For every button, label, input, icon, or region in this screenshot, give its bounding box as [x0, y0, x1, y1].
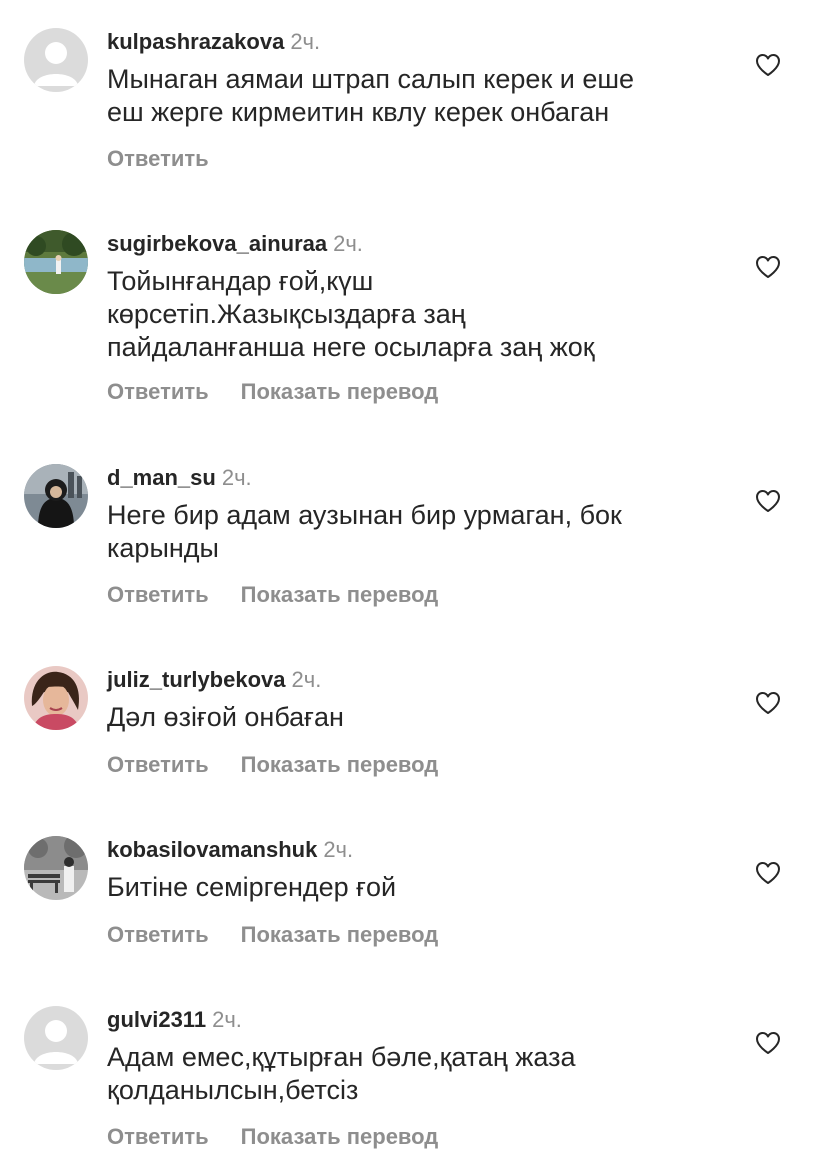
heart-icon[interactable]: [755, 861, 781, 885]
comment-header: juliz_turlybekova 2ч.: [107, 666, 321, 694]
show-translation-button[interactable]: Показать перевод: [241, 582, 439, 607]
heart-icon[interactable]: [755, 255, 781, 279]
woman-portrait-avatar: [24, 666, 88, 730]
default-avatar-icon: [24, 28, 88, 92]
comment-text-line: Неге бир адам аузынан бир урмаган, бок: [107, 500, 622, 530]
heart-icon[interactable]: [755, 53, 781, 77]
timestamp: 2ч.: [323, 837, 354, 862]
bench-photo-avatar: [24, 836, 88, 900]
comment-text: Адам емес,құтырған бәле,қатаң жаза қолда…: [107, 1041, 707, 1107]
avatar[interactable]: [24, 1006, 88, 1070]
reply-button[interactable]: Ответить: [107, 379, 209, 404]
comment-text: Тойынғандар ғой,күш көрсетіп.Жазықсыздар…: [107, 265, 707, 364]
show-translation-button[interactable]: Показать перевод: [241, 1124, 439, 1149]
comment-text: Неге бир адам аузынан бир урмаган, бок к…: [107, 499, 707, 565]
comment-header: kulpashrazakova 2ч.: [107, 28, 320, 56]
username[interactable]: sugirbekova_ainuraa: [107, 231, 327, 256]
avatar[interactable]: [24, 230, 88, 294]
comment-text-line: карынды: [107, 533, 219, 563]
comment-header: sugirbekova_ainuraa 2ч.: [107, 230, 363, 258]
comment-text: Мынаган аямаи штрап салып керек и еше еш…: [107, 63, 707, 129]
avatar[interactable]: [24, 28, 88, 92]
comment-actions: Ответить Показать перевод: [107, 378, 438, 406]
comment-text-line: Дәл өзіғой онбаған: [107, 702, 344, 732]
comment-text-line: Адам емес,құтырған бәле,қатаң жаза: [107, 1042, 576, 1072]
comment-text-line: Тойынғандар ғой,күш: [107, 266, 374, 296]
comment-text-line: еш жерге кирмеитин квлу керек онбаган: [107, 97, 610, 127]
default-avatar-icon: [24, 1006, 88, 1070]
reply-button[interactable]: Ответить: [107, 922, 209, 947]
heart-icon[interactable]: [755, 1031, 781, 1055]
username[interactable]: gulvi2311: [107, 1007, 206, 1032]
comment-text: Дәл өзіғой онбаған: [107, 701, 707, 734]
comment-header: gulvi2311 2ч.: [107, 1006, 242, 1034]
avatar[interactable]: [24, 836, 88, 900]
show-translation-button[interactable]: Показать перевод: [241, 752, 439, 777]
comment-text-line: көрсетіп.Жазықсыздарға заң: [107, 299, 466, 329]
comment-actions: Ответить: [107, 145, 209, 173]
username[interactable]: kobasilovamanshuk: [107, 837, 317, 862]
comment-actions: Ответить Показать перевод: [107, 921, 438, 949]
comment-text-line: қолданылсын,бетсіз: [107, 1075, 359, 1105]
username[interactable]: kulpashrazakova: [107, 29, 284, 54]
timestamp: 2ч.: [333, 231, 363, 256]
show-translation-button[interactable]: Показать перевод: [241, 922, 439, 947]
comment-actions: Ответить Показать перевод: [107, 751, 438, 779]
comment-actions: Ответить Показать перевод: [107, 1123, 438, 1151]
reply-button[interactable]: Ответить: [107, 752, 209, 777]
avatar[interactable]: [24, 464, 88, 528]
reply-button[interactable]: Ответить: [107, 1124, 209, 1149]
timestamp: 2ч.: [212, 1007, 242, 1032]
comment-text-line: Битіне семіргендер ғой: [107, 872, 397, 902]
username[interactable]: juliz_turlybekova: [107, 667, 286, 692]
reply-button[interactable]: Ответить: [107, 582, 209, 607]
reply-button[interactable]: Ответить: [107, 146, 209, 171]
username[interactable]: d_man_su: [107, 465, 216, 490]
heart-icon[interactable]: [755, 489, 781, 513]
comment-header: kobasilovamanshuk 2ч.: [107, 836, 353, 864]
timestamp: 2ч.: [221, 465, 252, 490]
timestamp: 2ч.: [290, 29, 321, 54]
avatar[interactable]: [24, 666, 88, 730]
heart-icon[interactable]: [755, 691, 781, 715]
comment-text-line: пайдаланғанша неге осыларға заң жоқ: [107, 332, 595, 362]
comment-text-line: Мынаган аямаи штрап салып керек и еше: [107, 64, 635, 94]
show-translation-button[interactable]: Показать перевод: [241, 379, 439, 404]
comment-text: Битіне семіргендер ғой: [107, 871, 707, 904]
timestamp: 2ч.: [291, 667, 322, 692]
comment-actions: Ответить Показать перевод: [107, 581, 438, 609]
nature-photo-avatar: [24, 230, 88, 294]
comment-header: d_man_su 2ч.: [107, 464, 252, 492]
hooded-person-avatar: [24, 464, 88, 528]
